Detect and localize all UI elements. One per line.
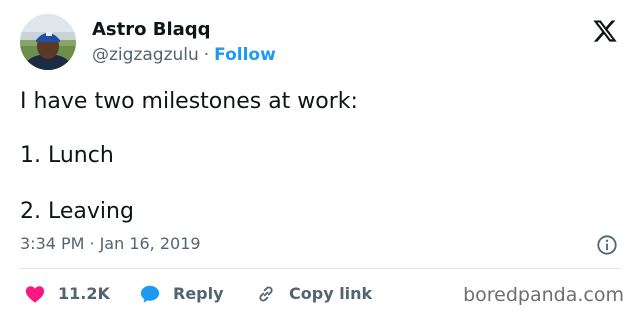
follow-button[interactable]: Follow <box>214 45 276 65</box>
author-handle-row: @zigzagzulu · Follow <box>92 44 276 66</box>
source-watermark: boredpanda.com <box>463 284 624 306</box>
link-icon <box>259 286 273 302</box>
reply-button[interactable]: Reply <box>139 282 224 306</box>
tweet-time: 3:34 PM <box>20 234 85 253</box>
copy-link-button[interactable]: Copy link <box>255 282 372 306</box>
info-icon[interactable] <box>596 234 618 256</box>
author-name[interactable]: Astro Blaqq <box>92 19 211 41</box>
like-button[interactable]: 11.2K <box>24 282 110 306</box>
like-count: 11.2K <box>58 284 110 303</box>
tweet-date: Jan 16, 2019 <box>99 234 201 253</box>
speech-bubble-icon <box>140 285 160 303</box>
timestamp-separator: · <box>89 234 95 253</box>
heart-icon <box>25 286 45 303</box>
tweet-timestamp[interactable]: 3:34 PM · Jan 16, 2019 <box>20 233 201 255</box>
author-avatar[interactable] <box>20 14 76 70</box>
author-handle[interactable]: @zigzagzulu <box>92 45 199 65</box>
handle-separator: · <box>203 45 210 65</box>
tweet-text-line-3: 2. Leaving <box>20 199 134 224</box>
copy-link-label: Copy link <box>289 284 373 303</box>
tweet-text-line-2: 1. Lunch <box>20 143 114 168</box>
tweet-text-line-1: I have two milestones at work: <box>20 89 358 114</box>
x-logo-icon[interactable] <box>592 18 618 44</box>
reply-label: Reply <box>173 284 224 303</box>
actions-divider <box>20 268 620 269</box>
